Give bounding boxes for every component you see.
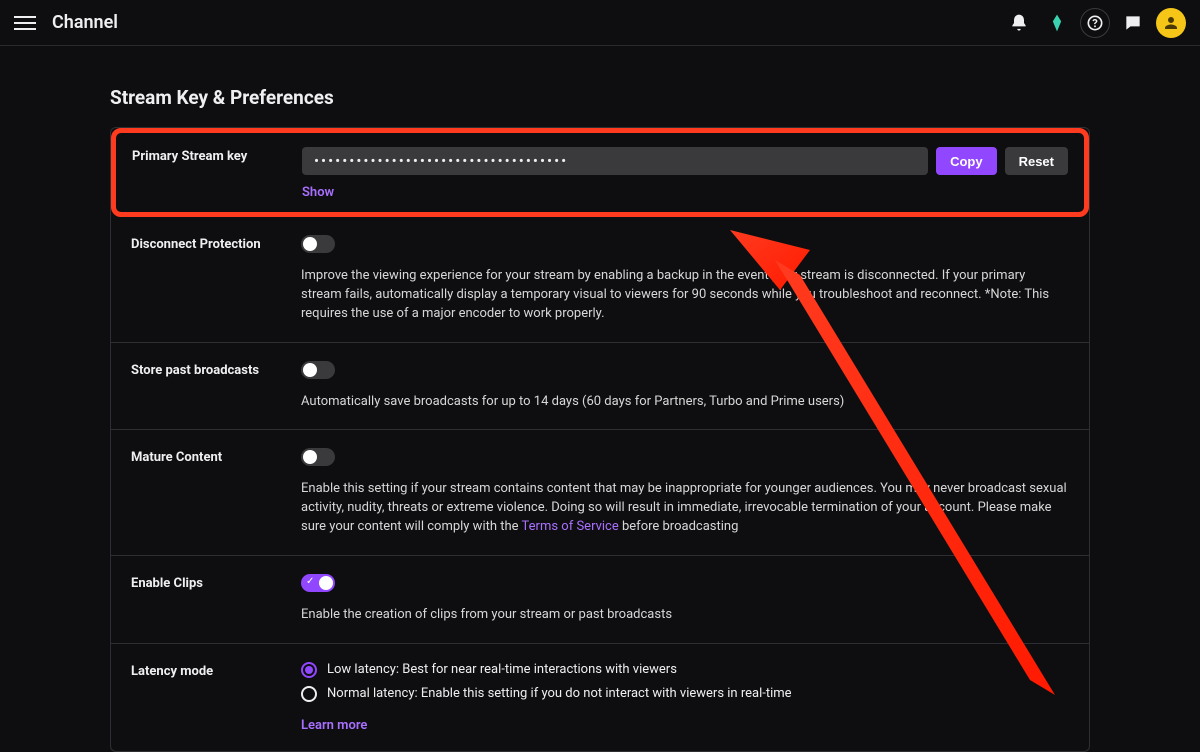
whispers-icon[interactable]: [1118, 8, 1148, 38]
page-title: Stream Key & Preferences: [110, 86, 1090, 109]
annotation-highlight: Primary Stream key •••••••••••••••••••••…: [111, 128, 1089, 217]
bits-icon[interactable]: [1042, 8, 1072, 38]
notifications-icon[interactable]: [1004, 8, 1034, 38]
clips-desc: Enable the creation of clips from your s…: [301, 606, 1069, 625]
radio-icon: [301, 662, 317, 678]
header-bar: Channel: [0, 0, 1200, 46]
latency-label: Latency mode: [131, 662, 301, 679]
disconnect-desc: Improve the viewing experience for your …: [301, 267, 1069, 324]
radio-icon: [301, 686, 317, 702]
disconnect-label: Disconnect Protection: [131, 235, 301, 252]
header-title: Channel: [52, 12, 118, 33]
latency-row: Latency mode Low latency: Best for near …: [111, 644, 1089, 751]
latency-option-label: Normal latency: Enable this setting if y…: [327, 686, 792, 701]
clips-label: Enable Clips: [131, 574, 301, 591]
latency-option-normal[interactable]: Normal latency: Enable this setting if y…: [301, 686, 1069, 702]
copy-button[interactable]: Copy: [936, 147, 997, 175]
store-label: Store past broadcasts: [131, 361, 301, 378]
avatar[interactable]: [1156, 8, 1186, 38]
mature-toggle[interactable]: [301, 448, 335, 466]
stream-key-label: Primary Stream key: [132, 147, 302, 200]
learn-more-link[interactable]: Learn more: [301, 718, 367, 733]
menu-icon[interactable]: [14, 16, 36, 30]
disconnect-protection-row: Disconnect Protection Improve the viewin…: [111, 217, 1089, 343]
latency-option-low[interactable]: Low latency: Best for near real-time int…: [301, 662, 1069, 678]
latency-option-label: Low latency: Best for near real-time int…: [327, 662, 677, 677]
clips-toggle[interactable]: ✓: [301, 574, 335, 592]
store-toggle[interactable]: [301, 361, 335, 379]
help-icon[interactable]: [1080, 8, 1110, 38]
mature-content-row: Mature Content Enable this setting if yo…: [111, 430, 1089, 556]
mature-label: Mature Content: [131, 448, 301, 465]
mature-desc: Enable this setting if your stream conta…: [301, 480, 1069, 537]
settings-panel: Primary Stream key •••••••••••••••••••••…: [110, 127, 1090, 752]
store-desc: Automatically save broadcasts for up to …: [301, 393, 1069, 412]
stream-key-input[interactable]: ••••••••••••••••••••••••••••••••••••: [302, 147, 928, 175]
disconnect-toggle[interactable]: [301, 235, 335, 253]
page-content: Stream Key & Preferences Primary Stream …: [0, 46, 1200, 752]
enable-clips-row: Enable Clips ✓ Enable the creation of cl…: [111, 556, 1089, 644]
store-broadcasts-row: Store past broadcasts Automatically save…: [111, 343, 1089, 431]
show-stream-key-link[interactable]: Show: [302, 185, 928, 200]
reset-button[interactable]: Reset: [1005, 147, 1068, 175]
tos-link[interactable]: Terms of Service: [522, 519, 619, 534]
